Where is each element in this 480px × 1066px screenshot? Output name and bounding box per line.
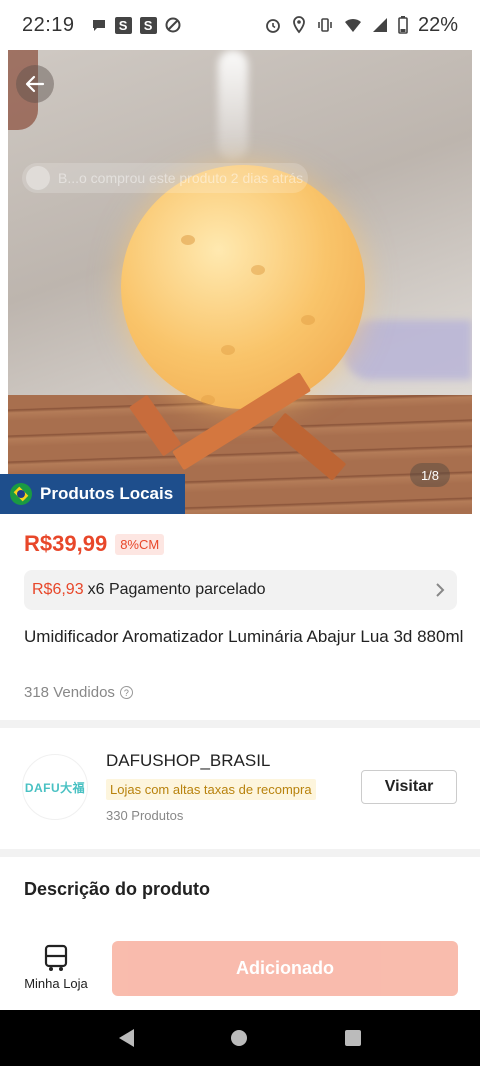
description-title: Descrição do produto [24, 879, 211, 899]
visit-store-button[interactable]: Visitar [361, 770, 457, 804]
recent-purchase-text: B...o comprou este produto 2 dias atrás [58, 170, 304, 186]
add-to-store-button[interactable]: Adicionado [112, 941, 458, 996]
vibrate-icon [318, 18, 332, 32]
chevron-right-icon [436, 583, 445, 597]
nav-home-icon[interactable] [231, 1030, 248, 1046]
notification-icons: S S [91, 16, 181, 34]
system-icons: 22% [264, 14, 458, 37]
signal-icon [372, 18, 387, 32]
my-store-button[interactable]: Minha Loja [18, 944, 94, 991]
no-entry-icon [165, 17, 181, 33]
image-counter: 1/8 [410, 463, 450, 487]
installment-amount: R$6,93 [32, 581, 84, 598]
question-mark-icon[interactable]: ? [119, 686, 133, 699]
back-button[interactable] [16, 65, 54, 103]
price-row: R$39,99 8%CM [24, 531, 165, 557]
store-name[interactable]: DAFUSHOP_BRASIL [106, 751, 270, 771]
product-image[interactable] [8, 50, 472, 514]
status-bar: 22:19 S S 22% [0, 0, 480, 50]
battery-percent: 22% [417, 13, 458, 36]
moon-lamp-image [121, 165, 365, 409]
chat-bubble-icon [92, 20, 105, 31]
my-store-label: Minha Loja [24, 976, 88, 991]
store-logo-text: DAFU大福 [24, 780, 86, 795]
section-divider [0, 720, 480, 728]
sold-count: 318 Vendidos [24, 684, 115, 701]
wifi-icon [344, 18, 361, 32]
product-price: R$39,99 [24, 531, 108, 556]
alarm-icon [266, 19, 280, 33]
brazil-flag-icon [10, 483, 32, 505]
local-products-label: Produtos Locais [40, 484, 174, 503]
local-products-badge: Produtos Locais [0, 474, 185, 514]
store-cart-icon [44, 944, 68, 971]
store-product-count: 330 Produtos [106, 808, 184, 823]
store-repurchase-tag: Lojas com altas taxas de recompra [106, 779, 316, 800]
s-app-icon: S [139, 16, 157, 34]
installment-row[interactable]: R$6,93 x6 Pagamento parcelado [24, 570, 457, 610]
price-tag-badge: 8%CM [115, 533, 165, 555]
location-icon [293, 16, 305, 34]
arrow-left-icon [25, 75, 45, 93]
navigation-bar [0, 1010, 480, 1066]
status-time: 22:19 [22, 13, 75, 36]
product-title: Umidificador Aromatizador Luminária Abaj… [24, 627, 464, 646]
nav-back-icon[interactable] [118, 1029, 134, 1047]
installment-text: x6 Pagamento parcelado [87, 581, 266, 598]
recent-purchase-toast: B...o comprou este produto 2 dias atrás [22, 163, 308, 193]
battery-icon [398, 16, 408, 34]
sold-count-row: 318 Vendidos ? [24, 684, 133, 701]
nav-recents-icon[interactable] [345, 1030, 362, 1046]
section-divider [0, 849, 480, 857]
store-logo[interactable]: DAFU大福 [22, 754, 88, 820]
s-app-icon: S [114, 16, 132, 34]
buyer-avatar [26, 166, 50, 190]
